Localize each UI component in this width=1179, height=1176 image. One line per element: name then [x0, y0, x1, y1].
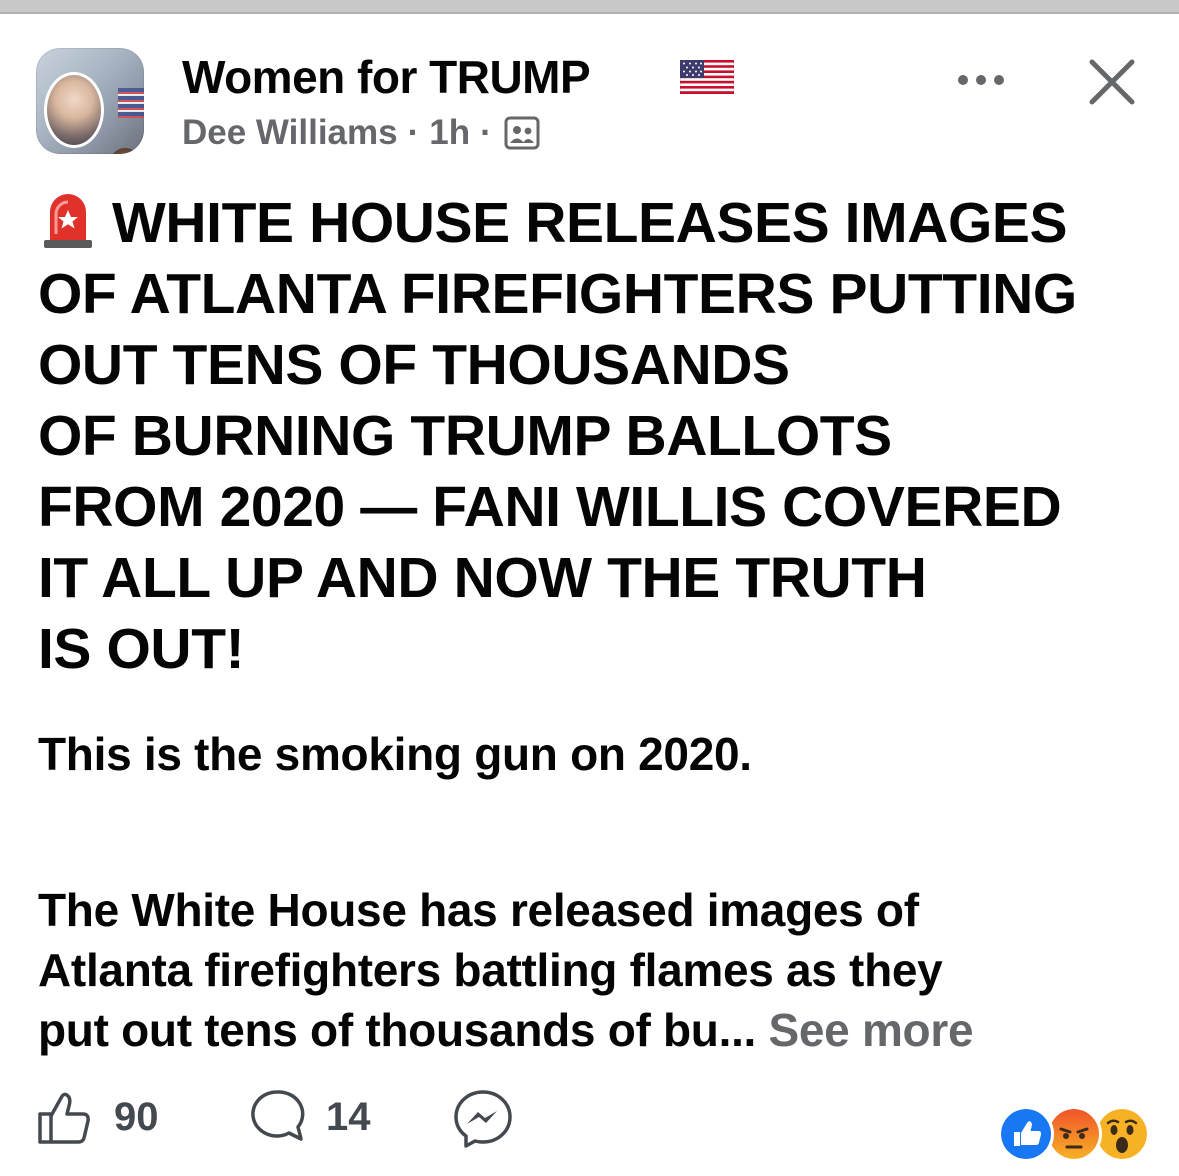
post-meta: Dee Williams · 1h · — [182, 113, 540, 153]
messenger-icon — [454, 1090, 512, 1148]
comment-bubble-icon — [251, 1090, 305, 1141]
headline-line: OUT TENS OF THOUSANDS — [38, 333, 790, 397]
meta-separator: · — [480, 113, 492, 152]
more-options-icon[interactable] — [956, 70, 1006, 90]
us-flag-icon — [680, 60, 734, 94]
reaction-summary[interactable] — [998, 1106, 1150, 1162]
angry-reaction-icon — [1046, 1106, 1102, 1162]
police-light-icon — [44, 194, 92, 248]
like-button[interactable]: 90 — [36, 1088, 159, 1146]
see-more-link[interactable]: See more — [769, 1004, 974, 1056]
group-name[interactable]: Women for TRUMP — [182, 50, 591, 104]
post-body-paragraph: The White House has released images of A… — [38, 880, 974, 1060]
messenger-share-button[interactable] — [452, 1088, 514, 1150]
headline-line: FROM 2020 — FANI WILLIS COVERED — [38, 475, 1062, 539]
headline-line: OF BURNING TRUMP BALLOTS — [38, 404, 892, 468]
headline-line: OF ATLANTA FIREFIGHTERS PUTTING — [38, 262, 1077, 326]
body-line: Atlanta firefighters battling flames as … — [38, 944, 943, 996]
body-line: put out tens of thousands of bu... See m… — [38, 1004, 974, 1056]
wow-reaction-icon — [1094, 1106, 1150, 1162]
body-line: The White House has released images of — [38, 884, 919, 936]
headline-line: IT ALL UP AND NOW THE TRUTH — [38, 546, 927, 610]
group-members-icon — [504, 116, 540, 150]
headline-line: WHITE HOUSE RELEASES IMAGES — [38, 188, 1148, 259]
comment-count: 14 — [326, 1094, 371, 1139]
post-headline: WHITE HOUSE RELEASES IMAGES OF ATLANTA F… — [38, 188, 1148, 685]
like-count: 90 — [114, 1094, 159, 1139]
comment-button[interactable]: 14 — [248, 1088, 371, 1146]
top-divider — [0, 0, 1179, 14]
author-name[interactable]: Dee Williams — [182, 113, 398, 153]
close-icon[interactable] — [1086, 56, 1138, 108]
thumbs-up-icon — [38, 1092, 90, 1144]
group-avatar[interactable] — [36, 48, 144, 154]
like-reaction-icon — [998, 1106, 1054, 1162]
post-body-paragraph: This is the smoking gun on 2020. — [38, 728, 752, 780]
meta-separator: · — [407, 113, 420, 152]
post-timestamp[interactable]: 1h — [429, 113, 470, 153]
author-profile-picture — [44, 72, 104, 148]
headline-line: IS OUT! — [38, 617, 245, 681]
